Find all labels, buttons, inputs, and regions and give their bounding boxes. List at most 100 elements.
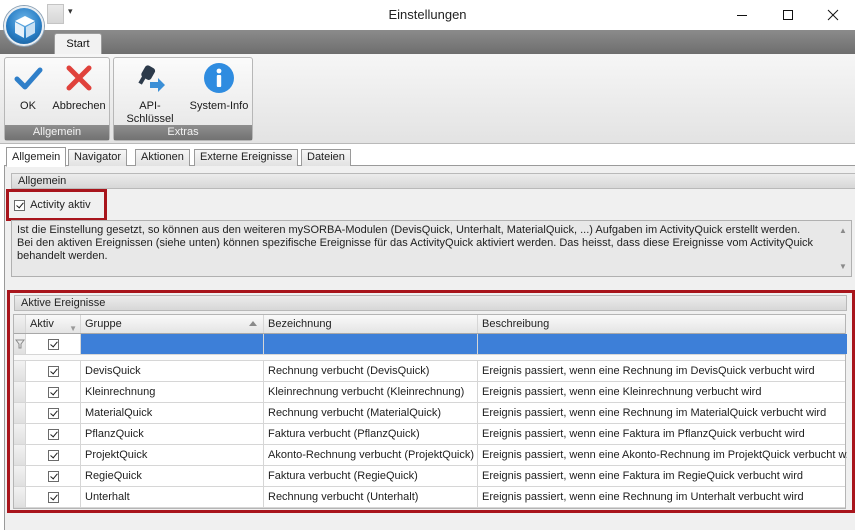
row-check-icon[interactable] [47, 365, 59, 377]
scroll-down-icon[interactable]: ▼ [835, 260, 851, 273]
tab-externe-ereignisse[interactable]: Externe Ereignisse [194, 149, 299, 166]
tab-dateien[interactable]: Dateien [301, 149, 351, 166]
filter-beschreibung-cell[interactable] [478, 334, 847, 354]
row-bezeichnung[interactable]: Akonto-Rechnung verbucht (ProjektQuick) [264, 445, 478, 465]
column-header-aktiv[interactable]: Aktiv ▼ [26, 315, 81, 333]
grid-filter-row[interactable] [14, 334, 847, 355]
ribbon-group-caption-extras: Extras [114, 125, 252, 140]
row-gruppe[interactable]: RegieQuick [81, 466, 264, 486]
row-indicator[interactable] [14, 487, 26, 507]
row-check-icon[interactable] [47, 407, 59, 419]
row-check-icon[interactable] [47, 491, 59, 503]
row-bezeichnung[interactable]: Rechnung verbucht (DevisQuick) [264, 361, 478, 381]
sort-ascending-icon [249, 321, 257, 326]
row-aktiv-checkbox[interactable] [26, 424, 81, 444]
cancel-x-icon [66, 65, 92, 91]
row-check-icon[interactable] [47, 470, 59, 482]
table-row[interactable]: DevisQuick Rechnung verbucht (DevisQuick… [14, 361, 845, 382]
table-row[interactable]: RegieQuick Faktura verbucht (RegieQuick)… [14, 466, 845, 487]
row-beschreibung[interactable]: Ereignis passiert, wenn eine Rechnung im… [478, 361, 847, 381]
row-gruppe[interactable]: ProjektQuick [81, 445, 264, 465]
application-menu-button[interactable] [4, 6, 44, 46]
filter-check-icon[interactable] [47, 338, 59, 350]
cancel-label: Abbrechen [52, 100, 106, 112]
row-beschreibung[interactable]: Ereignis passiert, wenn eine Akonto-Rech… [478, 445, 847, 465]
row-gruppe[interactable]: PflanzQuick [81, 424, 264, 444]
system-info-button[interactable]: System-Info [186, 60, 252, 113]
table-row[interactable]: Kleinrechnung Kleinrechnung verbucht (Kl… [14, 382, 845, 403]
table-row[interactable]: MaterialQuick Rechnung verbucht (Materia… [14, 403, 845, 424]
row-gruppe[interactable]: MaterialQuick [81, 403, 264, 423]
row-indicator[interactable] [14, 466, 26, 486]
table-row[interactable]: ProjektQuick Akonto-Rechnung verbucht (P… [14, 445, 847, 466]
row-bezeichnung[interactable]: Kleinrechnung verbucht (Kleinrechnung) [264, 382, 478, 402]
system-info-label: System-Info [189, 100, 249, 112]
row-aktiv-checkbox[interactable] [26, 487, 81, 507]
activity-aktiv-checkbox[interactable]: Activity aktiv [14, 199, 91, 213]
description-text: Ist die Einstellung gesetzt, so können a… [11, 220, 852, 277]
ribbon-group-extras: API-Schlüssel erstellen System-Info Extr… [113, 57, 253, 141]
ribbon-tab-start[interactable]: Start [54, 33, 102, 55]
row-check-icon[interactable] [47, 428, 59, 440]
row-indicator[interactable] [14, 445, 26, 465]
info-icon [204, 63, 234, 93]
close-icon [827, 9, 839, 21]
row-bezeichnung[interactable]: Rechnung verbucht (Unterhalt) [264, 487, 478, 507]
row-beschreibung[interactable]: Ereignis passiert, wenn eine Kleinrechnu… [478, 382, 847, 402]
row-indicator[interactable] [14, 403, 26, 423]
table-row[interactable]: PflanzQuick Faktura verbucht (PflanzQuic… [14, 424, 845, 445]
ok-label: OK [20, 100, 36, 112]
row-bezeichnung[interactable]: Faktura verbucht (PflanzQuick) [264, 424, 478, 444]
tab-navigator[interactable]: Navigator [68, 149, 128, 166]
row-aktiv-checkbox[interactable] [26, 445, 81, 465]
filter-gruppe-cell[interactable] [81, 334, 264, 354]
row-beschreibung[interactable]: Ereignis passiert, wenn eine Faktura im … [478, 424, 847, 444]
settings-tab-strip: Allgemein Navigator Aktionen Externe Ere… [4, 147, 855, 167]
table-row[interactable]: Unterhalt Rechnung verbucht (Unterhalt) … [14, 487, 845, 508]
filter-aktiv-checkbox[interactable] [26, 334, 81, 354]
row-check-icon[interactable] [47, 449, 59, 461]
tab-aktionen[interactable]: Aktionen [135, 149, 190, 166]
column-header-gruppe[interactable]: Gruppe [81, 315, 264, 333]
row-bezeichnung[interactable]: Rechnung verbucht (MaterialQuick) [264, 403, 478, 423]
row-gruppe[interactable]: Kleinrechnung [81, 382, 264, 402]
column-header-bezeichnung[interactable]: Bezeichnung [264, 315, 478, 333]
ribbon-group-caption-allgemein: Allgemein [5, 125, 109, 140]
events-grid: Aktiv ▼ Gruppe Bezeichnung Beschreibung … [13, 314, 847, 509]
ribbon-group-allgemein: OK Abbrechen Allgemein [4, 57, 110, 141]
description-line: Ist die Einstellung gesetzt, so können a… [17, 224, 801, 236]
row-indicator[interactable] [14, 361, 26, 381]
row-gruppe[interactable]: Unterhalt [81, 487, 264, 507]
cube-icon [15, 16, 35, 38]
row-indicator[interactable] [14, 424, 26, 444]
row-gruppe[interactable]: DevisQuick [81, 361, 264, 381]
row-indicator[interactable] [14, 382, 26, 402]
row-beschreibung[interactable]: Ereignis passiert, wenn eine Rechnung im… [478, 403, 847, 423]
description-line: Bei den aktiven Ereignissen (siehe unten… [17, 237, 814, 249]
title-bar: ▾ Einstellungen [0, 0, 855, 30]
tab-allgemein[interactable]: Allgemein [6, 147, 67, 167]
row-aktiv-checkbox[interactable] [26, 403, 81, 423]
activity-aktiv-check-icon[interactable] [14, 199, 25, 211]
minimize-button[interactable] [719, 0, 765, 30]
row-check-icon[interactable] [47, 386, 59, 398]
row-bezeichnung[interactable]: Faktura verbucht (RegieQuick) [264, 466, 478, 486]
funnel-icon [15, 339, 25, 349]
scroll-up-icon[interactable]: ▲ [835, 224, 851, 237]
row-aktiv-checkbox[interactable] [26, 466, 81, 486]
row-beschreibung[interactable]: Ereignis passiert, wenn eine Rechnung im… [478, 487, 847, 507]
maximize-icon [783, 10, 793, 20]
row-aktiv-checkbox[interactable] [26, 382, 81, 402]
row-aktiv-checkbox[interactable] [26, 361, 81, 381]
close-button[interactable] [810, 0, 855, 30]
column-header-beschreibung[interactable]: Beschreibung [478, 315, 847, 333]
description-scrollbar[interactable]: ▲ ▼ [835, 221, 851, 276]
maximize-button[interactable] [765, 0, 811, 30]
ok-button[interactable]: OK [9, 60, 47, 113]
cancel-button[interactable]: Abbrechen [50, 60, 108, 113]
row-beschreibung[interactable]: Ereignis passiert, wenn eine Faktura im … [478, 466, 847, 486]
grid-header-row: Aktiv ▼ Gruppe Bezeichnung Beschreibung [14, 315, 845, 334]
column-header-aktiv-label: Aktiv [30, 318, 54, 330]
filter-icon[interactable]: ▼ [69, 320, 77, 333]
filter-bezeichnung-cell[interactable] [264, 334, 478, 354]
